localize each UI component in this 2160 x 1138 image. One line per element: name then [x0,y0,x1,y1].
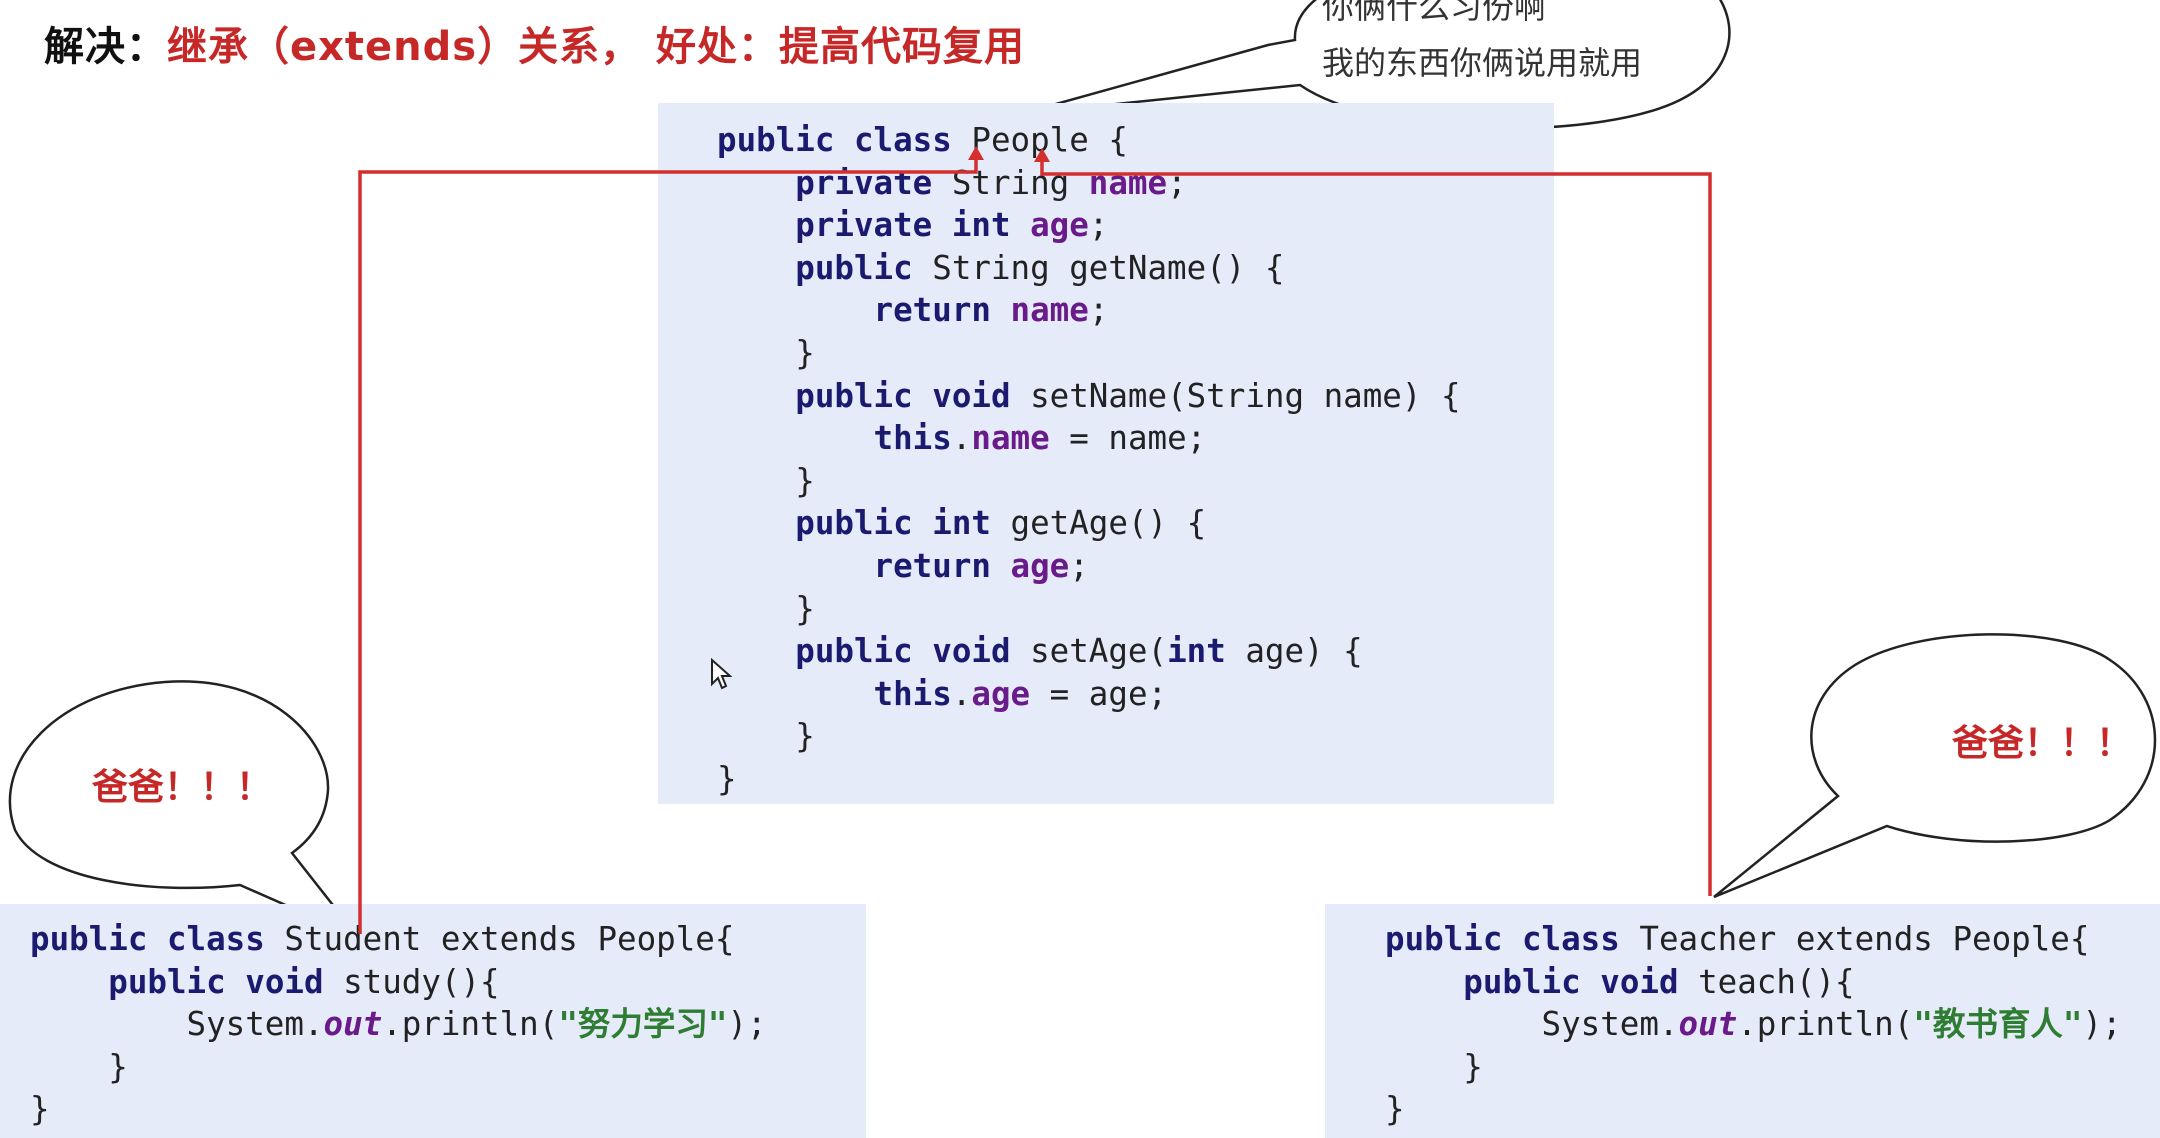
teacher-arrowhead-icon [1034,148,1050,162]
teacher-inherits-arrow [1040,158,1712,896]
mouse-pointer-icon [711,658,732,690]
student-arrowhead-icon [968,146,984,160]
student-inherits-arrow [358,156,978,934]
inheritance-arrows [358,146,1712,934]
